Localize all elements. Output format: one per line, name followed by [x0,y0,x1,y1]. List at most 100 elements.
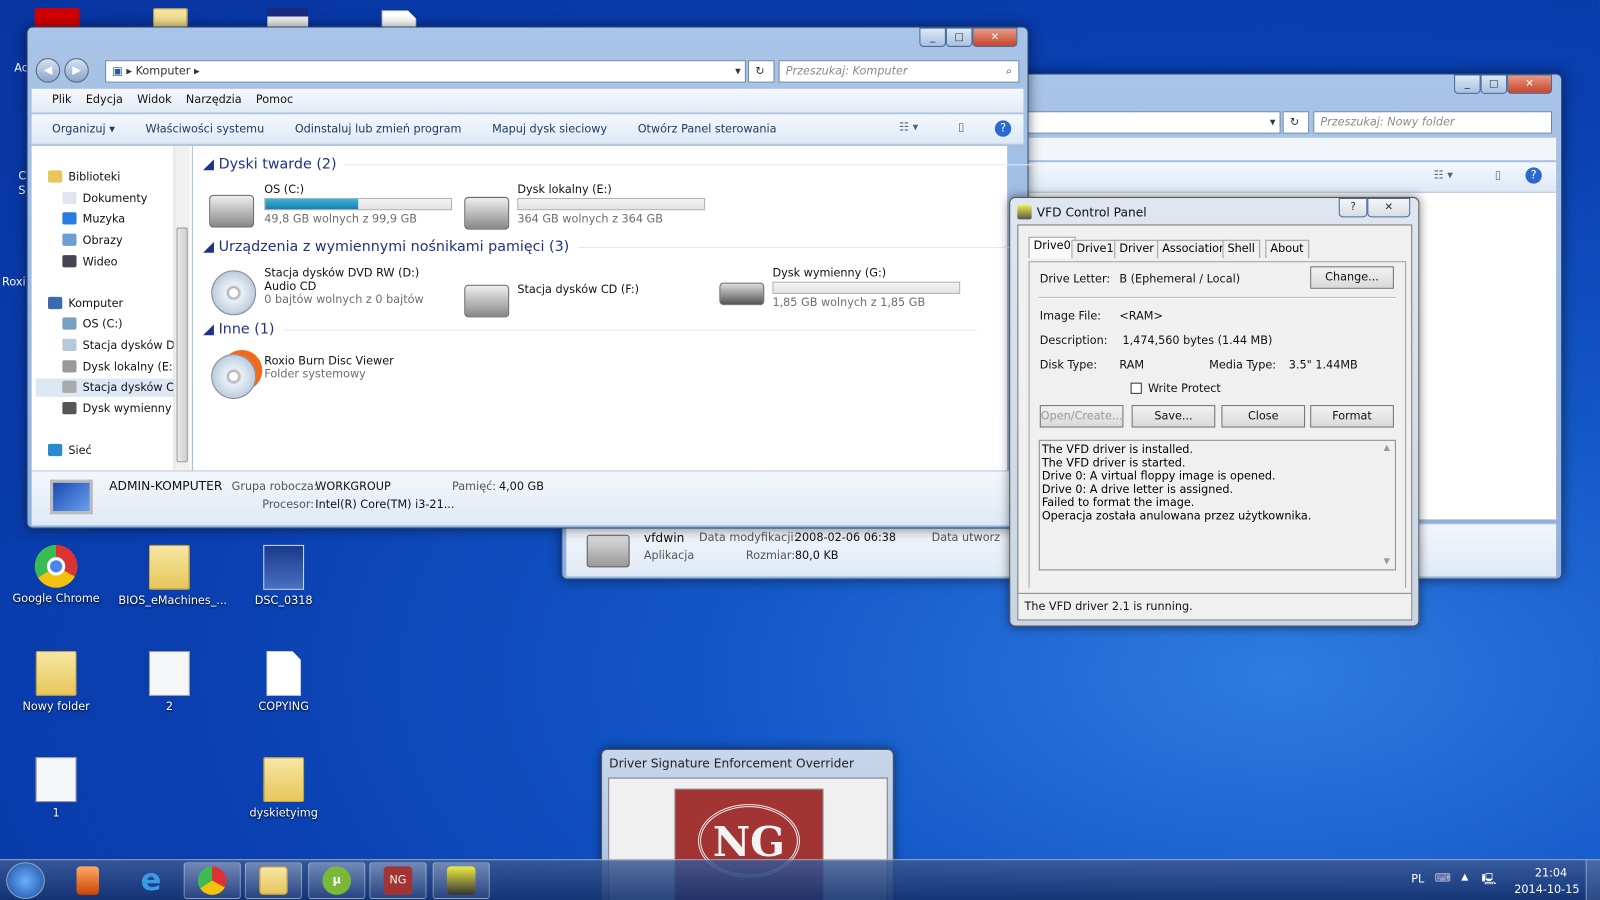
menu-pomoc[interactable]: Pomoc [256,93,293,106]
address-bar[interactable]: ▾ [1011,111,1281,134]
tab-drive1[interactable]: Drive1 [1071,239,1119,259]
help-icon[interactable]: ? [1525,167,1542,184]
desktop-icon-nowy-folder[interactable]: Nowy folder [5,651,107,713]
maximize-button[interactable]: □ [945,27,973,47]
tab-association[interactable]: Association [1157,239,1232,259]
preview-pane-icon[interactable]: ▯ [958,120,964,133]
nav-item[interactable]: Stacja dysków DVD [62,337,173,355]
close-button[interactable]: ✕ [1367,197,1411,218]
write-protect-label[interactable]: Write Protect [1148,382,1221,395]
vfd-control-panel-dialog[interactable]: VFD Control Panel ? ✕ Drive0 Drive1 Driv… [1009,196,1420,627]
file-icon [266,651,302,696]
tab-about[interactable]: About [1265,239,1309,259]
nav-item[interactable]: Stacja dysków CD [35,378,174,397]
organize-button[interactable]: Organizuj ▾ [52,122,115,135]
show-desktop-button[interactable] [1585,860,1600,900]
search-input[interactable]: Przeszukaj: Nowy folder [1313,111,1553,134]
cpu-value: Intel(R) Core(TM) i3-21... [315,497,455,512]
nav-item[interactable]: Sieć [47,442,174,460]
menu-plik[interactable]: Plik [52,93,72,106]
close-button[interactable]: ✕ [972,27,1018,47]
nav-item[interactable]: Komputer [47,295,174,313]
nav-item[interactable]: Dysk lokalny (E:) [62,358,173,376]
taskbar-internet-explorer[interactable]: e [122,862,179,899]
log-scrollbar[interactable]: ▲ ▼ [1379,441,1395,570]
close-button[interactable]: ✕ [1507,74,1553,94]
minimize-button[interactable]: _ [919,27,946,47]
taskbar-vfd[interactable] [432,862,490,899]
write-protect-checkbox[interactable] [1130,382,1142,394]
taskbar-explorer[interactable] [244,862,303,899]
drive-g[interactable]: Dysk wymienny (G:) 1,85 GB wolnych z 1,85… [719,266,974,309]
nav-item[interactable]: Dokumenty [62,190,173,208]
group-removable[interactable]: ◢ Urządzenia z wymiennymi nośnikami pami… [203,239,1271,255]
network-icon[interactable]: 🖳 [1482,870,1497,889]
nav-item[interactable]: Dysk wymienny ( [62,400,173,418]
maximize-button[interactable]: □ [1480,74,1508,94]
open-create-button[interactable]: Open/Create... [1039,405,1124,428]
address-bar[interactable]: ▣ ▸ Komputer ▸ ▾ [105,60,746,83]
desktop-icon-google-chrome[interactable]: Google Chrome [5,544,107,605]
taskbar-dseo[interactable]: NG [369,862,427,899]
taskbar-utorrent[interactable]: µ [308,862,366,899]
drive-c[interactable]: OS (C:) 49,8 GB wolnych z 99,9 GB [209,183,464,228]
group-other[interactable]: ◢ Inne (1) [203,321,977,338]
system-properties-button[interactable]: Właściwości systemu [145,122,264,135]
map-network-drive-button[interactable]: Mapuj dysk sieciowy [492,122,607,135]
taskbar-windows-media-player[interactable] [59,862,116,899]
nav-item[interactable]: Obrazy [62,232,173,250]
nav-item[interactable]: OS (C:) [62,315,173,333]
taskbar-chrome[interactable] [183,862,241,899]
uninstall-program-button[interactable]: Odinstaluj lub zmień program [295,122,462,135]
menu-edycja[interactable]: Edycja [86,93,123,106]
desktop-icon-2[interactable]: 2 [118,651,220,713]
breadcrumb[interactable]: Komputer [136,64,191,77]
save-button[interactable]: Save... [1131,405,1216,428]
desktop-icon-1[interactable]: 1 [5,757,107,819]
change-button[interactable]: Change... [1310,266,1394,289]
nav-scrollbar[interactable] [173,145,190,471]
clock-date[interactable]: 2014-10-15 [1514,883,1579,896]
dropdown-icon[interactable]: ▾ [735,61,741,81]
open-control-panel-button[interactable]: Otwórz Panel sterowania [638,122,777,135]
search-input[interactable]: Przeszukaj: Komputer ⌕ [778,60,1020,83]
refresh-button[interactable]: ↻ [1282,111,1310,134]
desktop-icon-copying[interactable]: COPYING [233,651,335,713]
dropdown-icon[interactable]: ▾ [1270,112,1276,132]
menu-narzedzia[interactable]: Narzędzia [186,93,242,106]
preview-pane-icon[interactable]: ▯ [1495,168,1501,181]
clock-time[interactable]: 21:04 [1531,866,1572,879]
nav-item[interactable]: Biblioteki [47,168,174,186]
forward-button[interactable]: ▶ [64,58,89,83]
drive-f[interactable]: Stacja dysków CD (F:) [464,266,719,318]
tab-drive0[interactable]: Drive0 [1028,236,1076,259]
log-textarea[interactable]: The VFD driver is installed. The VFD driv… [1038,439,1396,571]
roxio-burn-disc-viewer[interactable]: Roxio Burn Disc Viewer Folder systemowy [209,354,464,399]
nav-item[interactable]: Muzyka [62,210,173,228]
drive-e[interactable]: Dysk lokalny (E:) 364 GB wolnych z 364 GB [464,183,719,230]
explorer-window[interactable]: _ □ ✕ ◀ ▶ ▣ ▸ Komputer ▸ ▾ ↻ Przeszukaj:… [26,26,1271,529]
views-icon[interactable]: ☷ ▾ [899,120,918,133]
desktop-icon-bios-folder[interactable]: BIOS_eMachines_... [118,544,227,607]
minimize-button[interactable]: _ [1454,74,1481,94]
language-indicator[interactable]: PL [1411,872,1424,885]
help-button[interactable]: ? [1338,197,1368,218]
usage-fill [265,198,359,210]
menu-widok[interactable]: Widok [137,93,171,106]
group-hard-drives[interactable]: ◢ Dyski twarde (2) [203,156,1038,172]
format-button[interactable]: Format [1310,405,1394,428]
back-button[interactable]: ◀ [35,58,61,83]
desktop-icon-dyskietyimg[interactable]: dyskietyimg [233,757,335,819]
tab-driver[interactable]: Driver [1114,239,1160,259]
views-icon[interactable]: ☷ ▾ [1434,168,1453,181]
drive-d[interactable]: Stacja dysków DVD RW (D:) Audio CD 0 bajt… [209,266,450,316]
close-image-button[interactable]: Close [1221,405,1306,428]
tab-shell[interactable]: Shell [1222,239,1261,259]
start-button[interactable] [6,862,45,899]
help-icon[interactable]: ? [994,120,1012,137]
show-hidden-icons[interactable]: ▲ [1461,872,1468,882]
desktop-icon-dsc-0318[interactable]: DSC_0318 [233,544,335,607]
refresh-button[interactable]: ↻ [747,60,775,83]
keyboard-icon[interactable]: ⌨ [1435,871,1451,884]
nav-item[interactable]: Wideo [62,253,173,271]
